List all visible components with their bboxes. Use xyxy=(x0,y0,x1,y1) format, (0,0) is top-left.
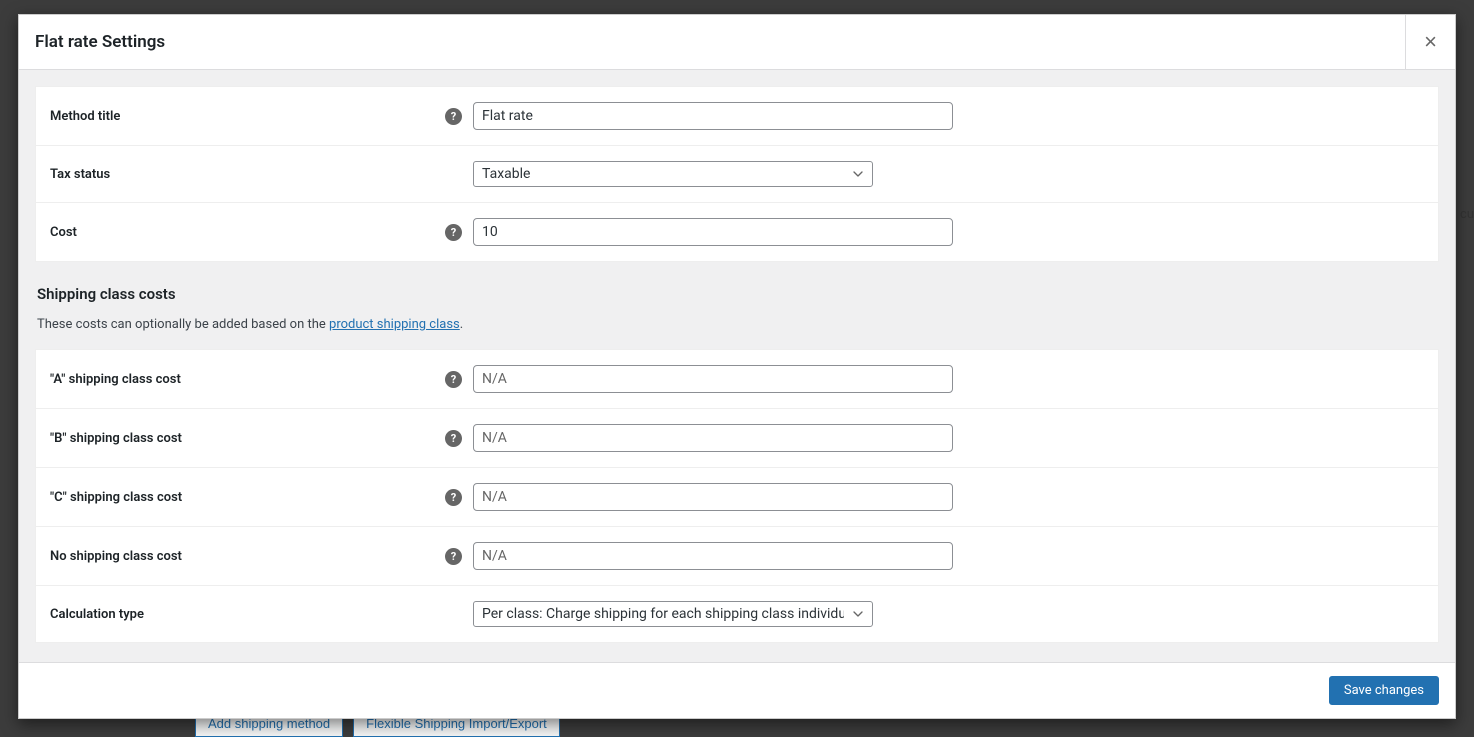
calculation-type-select[interactable]: Per class: Charge shipping for each ship… xyxy=(473,601,873,627)
class-a-row: "A" shipping class cost ? xyxy=(36,350,1438,409)
modal-body: Method title ? Tax status Taxable Cost ?… xyxy=(19,70,1455,662)
cost-label: Cost xyxy=(50,225,445,240)
calculation-type-label: Calculation type xyxy=(50,607,445,622)
cost-row: Cost ? xyxy=(36,203,1438,261)
no-class-input[interactable] xyxy=(473,542,953,570)
help-icon[interactable]: ? xyxy=(445,548,462,565)
class-b-row: "B" shipping class cost ? xyxy=(36,409,1438,468)
tax-status-label: Tax status xyxy=(50,167,445,182)
flat-rate-settings-modal: Flat rate Settings × Method title ? Tax … xyxy=(18,14,1456,719)
desc-prefix: These costs can optionally be added base… xyxy=(37,317,329,332)
shipping-class-costs-desc: These costs can optionally be added base… xyxy=(37,317,1437,332)
modal-header: Flat rate Settings × xyxy=(19,15,1455,70)
help-icon[interactable]: ? xyxy=(445,430,462,447)
class-c-row: "C" shipping class cost ? xyxy=(36,468,1438,527)
tax-status-row: Tax status Taxable xyxy=(36,146,1438,203)
cost-input[interactable] xyxy=(473,218,953,246)
class-a-label: "A" shipping class cost xyxy=(50,372,445,387)
modal-title: Flat rate Settings xyxy=(35,32,165,52)
help-icon[interactable]: ? xyxy=(445,489,462,506)
method-title-label: Method title xyxy=(50,109,445,124)
modal-footer: Save changes xyxy=(19,662,1455,718)
class-a-input[interactable] xyxy=(473,365,953,393)
shipping-class-costs-heading: Shipping class costs xyxy=(37,285,1437,303)
help-icon[interactable]: ? xyxy=(445,371,462,388)
method-title-input[interactable] xyxy=(473,102,953,130)
no-class-label: No shipping class cost xyxy=(50,549,445,564)
shipping-class-costs-section: "A" shipping class cost ? "B" shipping c… xyxy=(35,349,1439,643)
class-c-input[interactable] xyxy=(473,483,953,511)
help-icon[interactable]: ? xyxy=(445,108,462,125)
class-c-label: "C" shipping class cost xyxy=(50,490,445,505)
product-shipping-class-link[interactable]: product shipping class xyxy=(329,317,460,332)
class-b-input[interactable] xyxy=(473,424,953,452)
close-icon[interactable]: × xyxy=(1405,15,1455,69)
calculation-type-row: Calculation type Per class: Charge shipp… xyxy=(36,586,1438,642)
method-title-row: Method title ? xyxy=(36,87,1438,146)
tax-status-select[interactable]: Taxable xyxy=(473,161,873,187)
help-icon[interactable]: ? xyxy=(445,224,462,241)
save-changes-button[interactable]: Save changes xyxy=(1329,676,1439,705)
no-class-row: No shipping class cost ? xyxy=(36,527,1438,586)
class-b-label: "B" shipping class cost xyxy=(50,431,445,446)
main-settings-section: Method title ? Tax status Taxable Cost ? xyxy=(35,86,1439,262)
desc-suffix: . xyxy=(460,317,463,332)
bg-clipped-text: cu xyxy=(1460,207,1474,222)
